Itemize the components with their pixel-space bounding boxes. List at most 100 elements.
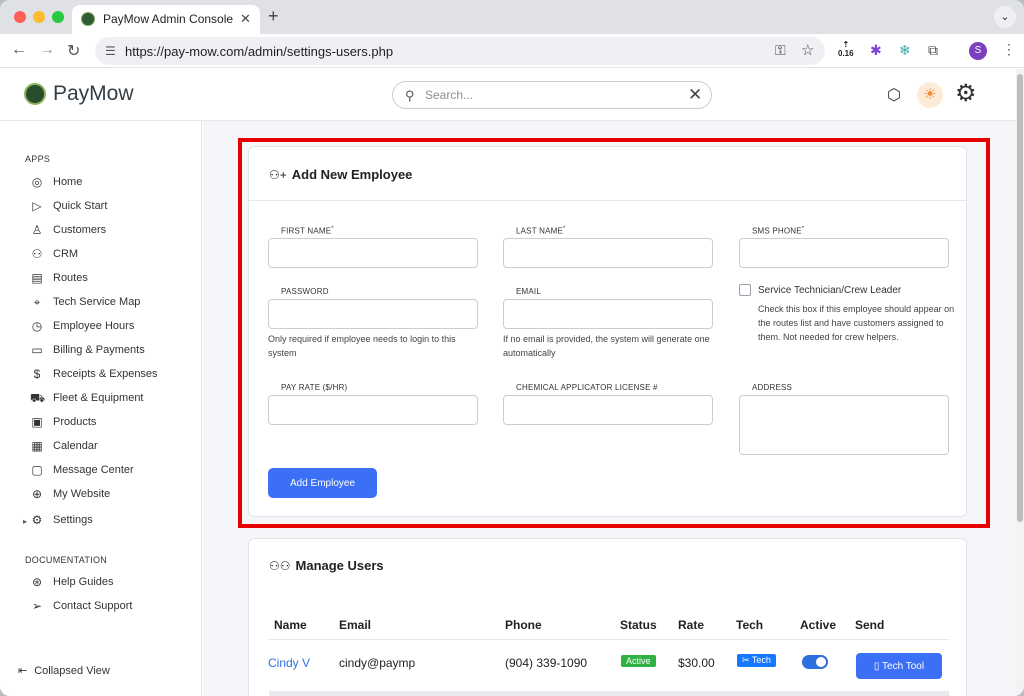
service-technician-checkbox[interactable] [739,284,751,296]
key-icon[interactable]: ⚿ [775,42,786,59]
sidebar-item-calendar[interactable]: ▦ Calendar [25,437,195,457]
tab-search-icon[interactable]: ⌄ [994,6,1016,28]
sidebar-item-help-guides[interactable]: ⊛ Help Guides [25,573,195,593]
column-header-email[interactable]: Email [339,618,371,632]
sidebar-item-settings[interactable]: ⚙ Settings [25,511,195,531]
add-user-icon: ⚇+ [269,168,287,182]
logo-text[interactable]: PayMow [53,82,134,106]
add-employee-button[interactable]: Add Employee [268,468,377,498]
codepen-cube-icon[interactable]: ⬡ [887,85,901,105]
license-input[interactable] [503,395,713,425]
sidebar-item-crm[interactable]: ⚇ CRM [25,245,195,265]
play-circle-icon: ▷ [32,199,42,213]
settings-gear-icon[interactable]: ⚙ [955,79,977,108]
browser-tab-active[interactable]: PayMow Admin Console ✕ [72,5,260,34]
search-input[interactable] [425,86,675,104]
extensions-puzzle-icon[interactable]: ⧉ [928,42,938,59]
forward-arrow-icon[interactable]: → [39,41,55,59]
sms-phone-input[interactable] [739,238,949,268]
tech-tool-button[interactable]: ▯ Tech Tool [856,653,942,679]
sidebar-item-billing-payments[interactable]: ▭ Billing & Payments [25,341,195,361]
sidebar-item-home[interactable]: ◎ Home [25,173,195,193]
tab-strip: PayMow Admin Console ✕ + ⌄ [0,0,1024,34]
reload-icon[interactable]: ↻ [67,41,80,61]
map-icon: ▤ [31,271,43,285]
compass-icon: ◎ [31,175,43,189]
column-header-rate[interactable]: Rate [678,618,704,632]
minimize-window-button[interactable] [33,11,45,23]
lifebuoy-icon: ⊛ [31,575,43,589]
tab-close-icon[interactable]: ✕ [240,11,251,27]
sidebar-item-products[interactable]: ▣ Products [25,413,195,433]
globe-icon: ⊕ [31,487,43,501]
users-icon: ⚇⚇ [269,559,291,573]
dollar-icon: $ [33,367,41,381]
close-window-button[interactable] [14,11,26,23]
sidebar-item-receipts-expenses[interactable]: $ Receipts & Expenses [25,365,195,385]
sidebar-item-fleet-equipment[interactable]: ⛟ Fleet & Equipment [25,389,195,409]
collapsed-view-toggle[interactable]: ⇤ Collapsed View [18,664,110,677]
tab-title: PayMow Admin Console [103,12,234,26]
collapse-sidebar-icon: ⇤ [18,665,28,677]
truck-icon: ⛟ [30,391,46,405]
main-content: ⚇+ Add New Employee FIRST NAME* LAST NAME… [203,121,1016,696]
sidebar-item-contact-support[interactable]: ➢ Contact Support [25,597,195,617]
pay-rate-input[interactable] [268,395,478,425]
paymow-logo-icon[interactable] [24,83,46,105]
user-phone: (904) 339-1090 [505,656,588,670]
pay-rate-label: PAY RATE ($/HR) [281,383,348,392]
sidebar: APPS ◎ Home ▷ Quick Start ♙ Customers ⚇ CRM … [0,121,202,696]
location-pin-icon: ⌖ [33,295,41,309]
user-email: cindy@paymp [339,656,416,670]
card-header-divider [249,200,966,201]
maximize-window-button[interactable] [52,11,64,23]
extension-badge[interactable]: ⇡ 0.16 [838,40,854,58]
sidebar-item-customers[interactable]: ♙ Customers [25,221,195,241]
sidebar-item-routes[interactable]: ▤ Routes [25,269,195,289]
app-header: PayMow ⚲ ✕ ⬡ ☀ ⚙ [0,69,1016,121]
calendar-icon: ▦ [31,439,43,453]
first-name-input[interactable] [268,238,478,268]
apps-section-title: APPS [25,154,51,164]
bookmark-star-icon[interactable]: ☆ [801,41,814,59]
active-toggle[interactable] [802,655,828,669]
last-name-input[interactable] [503,238,713,268]
sidebar-item-employee-hours[interactable]: ◷ Employee Hours [25,317,195,337]
back-arrow-icon[interactable]: ← [11,41,27,59]
service-technician-label[interactable]: Service Technician/Crew Leader [758,285,901,296]
extension-snowflake-icon[interactable]: ❄ [899,42,911,59]
extension-gear-icon[interactable]: ✱ [870,42,882,59]
send-icon: ➢ [31,599,43,613]
password-input[interactable] [268,299,478,329]
column-header-send[interactable]: Send [855,618,884,632]
email-label: EMAIL [516,287,542,296]
column-header-status[interactable]: Status [620,618,657,632]
add-employee-title: ⚇+ Add New Employee [269,167,413,182]
scrollbar-thumb[interactable] [1017,74,1023,522]
address-textarea[interactable] [739,395,949,455]
email-input[interactable] [503,299,713,329]
box-icon: ▣ [31,415,43,429]
browser-menu-icon[interactable]: ⋮ [1002,41,1016,58]
column-header-active[interactable]: Active [800,618,836,632]
column-header-tech[interactable]: Tech [736,618,763,632]
last-name-label: LAST NAME* [516,226,566,236]
address-label: ADDRESS [752,383,793,392]
user-name-link[interactable]: Cindy V [268,656,310,670]
sidebar-item-quick-start[interactable]: ▷ Quick Start [25,197,195,217]
gear-icon: ⚙ [31,513,43,527]
browser-window: PayMow Admin Console ✕ + ⌄ ← → ↻ ☰ https… [0,0,1024,696]
theme-sun-icon[interactable]: ☀ [917,82,943,108]
url-text[interactable]: https://pay-mow.com/admin/settings-users… [125,44,393,59]
new-tab-icon[interactable]: + [268,6,279,27]
column-header-phone[interactable]: Phone [505,618,542,632]
address-bar[interactable]: ☰ https://pay-mow.com/admin/settings-use… [95,37,825,65]
sidebar-item-message-center[interactable]: ▢ Message Center [25,461,195,481]
column-header-name[interactable]: Name [274,618,307,632]
sidebar-item-tech-service-map[interactable]: ⌖ Tech Service Map [25,293,195,313]
sidebar-item-my-website[interactable]: ⊕ My Website [25,485,195,505]
license-label: CHEMICAL APPLICATOR LICENSE # [516,383,658,392]
site-settings-icon[interactable]: ☰ [105,44,116,58]
profile-avatar[interactable]: S [969,42,987,60]
clear-search-icon[interactable]: ✕ [688,85,702,105]
